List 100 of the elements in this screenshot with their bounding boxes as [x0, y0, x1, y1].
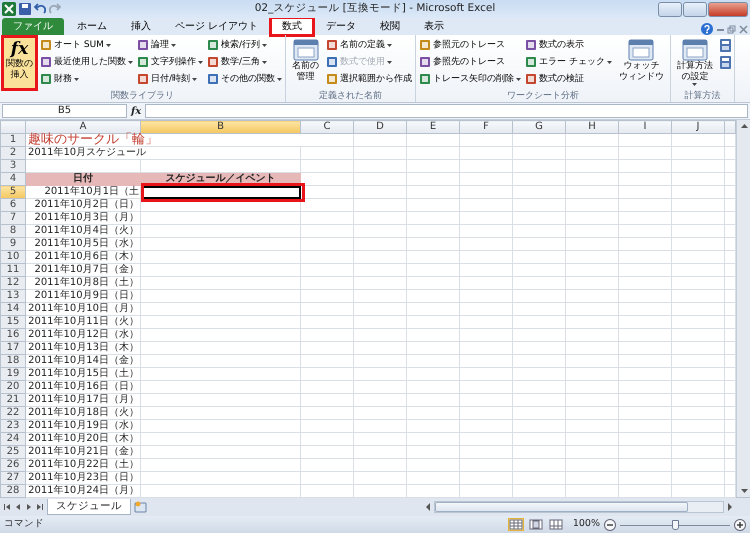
- page-break-button[interactable]: [548, 518, 564, 531]
- row-header[interactable]: 26: [0, 458, 26, 472]
- column-header[interactable]: E: [406, 120, 460, 134]
- row-header[interactable]: 18: [0, 354, 26, 368]
- ribbon-button[interactable]: 数学/三角: [207, 55, 282, 69]
- row-header[interactable]: 7: [0, 212, 26, 224]
- name-box[interactable]: B5: [2, 104, 127, 118]
- insert-function-button[interactable]: fx: [131, 104, 142, 118]
- restore-icon[interactable]: [727, 24, 736, 34]
- close-icon[interactable]: [738, 24, 748, 34]
- undo-icon[interactable]: [34, 3, 46, 15]
- row-header[interactable]: 17: [0, 342, 26, 354]
- ribbon-button[interactable]: 検索/行列: [207, 38, 282, 52]
- ribbon-button[interactable]: 参照先のトレース: [419, 55, 521, 69]
- row-header[interactable]: 20: [0, 380, 26, 394]
- row-header[interactable]: 6: [0, 198, 26, 212]
- row-header[interactable]: 19: [0, 368, 26, 380]
- column-header[interactable]: D: [354, 120, 406, 134]
- row-header[interactable]: 9: [0, 238, 26, 250]
- page-layout-button[interactable]: [528, 518, 544, 531]
- help-icon[interactable]: [701, 23, 713, 35]
- row-header[interactable]: 10: [0, 250, 26, 264]
- row-header[interactable]: 4: [0, 172, 26, 186]
- row-header[interactable]: 16: [0, 328, 26, 342]
- window-title: 02_スケジュール [互換モード] - Microsoft Excel: [254, 2, 496, 14]
- maximize-button[interactable]: [683, 2, 707, 16]
- ribbon-button[interactable]: 文字列操作: [137, 55, 203, 69]
- ribbon-button[interactable]: 数式の検証: [525, 72, 612, 86]
- zoom-in-icon[interactable]: [734, 518, 746, 530]
- slider-thumb[interactable]: [672, 520, 679, 530]
- row-header[interactable]: 5: [0, 186, 26, 198]
- sheet-tab[interactable]: スケジュール: [47, 499, 131, 515]
- vertical-scrollbar[interactable]: [736, 120, 750, 497]
- ribbon-button[interactable]: 財務: [40, 72, 133, 86]
- row-header[interactable]: 12: [0, 276, 26, 290]
- last-sheet-icon[interactable]: [36, 502, 44, 512]
- row-header[interactable]: 28: [0, 484, 26, 498]
- row-header[interactable]: 14: [0, 302, 26, 316]
- ribbon-tab[interactable]: 挿入: [120, 18, 162, 35]
- column-header[interactable]: C: [300, 120, 354, 134]
- new-sheet-icon[interactable]: [134, 501, 148, 513]
- calculator-button[interactable]: [720, 55, 731, 69]
- ribbon-button[interactable]: fx 関数の 挿入: [3, 37, 36, 89]
- ribbon-button[interactable]: その他の関数: [207, 72, 282, 86]
- row-header[interactable]: 25: [0, 446, 26, 458]
- spreadsheet-icon[interactable]: [2, 2, 16, 16]
- column-header[interactable]: A: [26, 120, 140, 134]
- close-button[interactable]: [708, 2, 748, 16]
- scroll-right-icon[interactable]: [726, 502, 734, 512]
- scroll-left-icon[interactable]: [424, 502, 432, 512]
- ribbon-button[interactable]: 論理: [137, 38, 203, 52]
- ribbon-button[interactable]: オート SUM: [40, 38, 133, 52]
- first-sheet-icon[interactable]: [3, 502, 11, 512]
- row-header[interactable]: 2: [0, 146, 26, 160]
- file-tab[interactable]: ファイル: [2, 18, 64, 35]
- ribbon-button[interactable]: 選択範囲から作成: [326, 72, 412, 86]
- ribbon-button[interactable]: エラー チェック: [525, 55, 612, 69]
- ribbon-button[interactable]: 参照元のトレース: [419, 38, 521, 52]
- ribbon-tab[interactable]: 数式: [271, 18, 314, 35]
- zoom-out-icon[interactable]: [604, 518, 616, 530]
- horizontal-scrollbar[interactable]: [424, 500, 734, 514]
- row-header[interactable]: 15: [0, 316, 26, 328]
- ribbon-tab[interactable]: 表示: [413, 18, 456, 35]
- save-icon[interactable]: [19, 3, 31, 15]
- ribbon-button[interactable]: 最近使用した関数: [40, 55, 133, 69]
- row-header[interactable]: 3: [0, 160, 26, 172]
- ribbon-button[interactable]: ウォッチ ウィンドウ: [616, 37, 667, 89]
- ribbon-tab[interactable]: データ: [315, 18, 368, 35]
- column-header[interactable]: I: [618, 120, 672, 134]
- ribbon-button[interactable]: 計算方法 の設定: [674, 37, 716, 89]
- ribbon-button[interactable]: 数式の表示: [525, 38, 612, 52]
- column-header[interactable]: B: [140, 120, 300, 134]
- minimize-button[interactable]: [658, 2, 682, 16]
- previous-sheet-icon[interactable]: [14, 502, 22, 512]
- formula-field[interactable]: [145, 104, 748, 118]
- calculator-button[interactable]: [720, 38, 731, 52]
- row-header[interactable]: 8: [0, 224, 26, 238]
- row-header[interactable]: 21: [0, 394, 26, 406]
- column-header[interactable]: G: [512, 120, 566, 134]
- ribbon-tab[interactable]: 校閲: [369, 18, 412, 35]
- ribbon-button[interactable]: 名前の 管理: [289, 37, 322, 89]
- column-header[interactable]: J: [672, 120, 724, 134]
- ribbon-button[interactable]: 日付/時刻: [137, 72, 203, 86]
- normal-view-button[interactable]: [508, 518, 524, 531]
- ribbon-tab[interactable]: ページ レイアウト: [164, 18, 270, 35]
- ribbon-button[interactable]: 名前の定義: [326, 38, 412, 52]
- row-header[interactable]: 27: [0, 472, 26, 484]
- row-header[interactable]: 22: [0, 406, 26, 420]
- ribbon-tab[interactable]: ホーム: [66, 18, 118, 35]
- zoom-level[interactable]: 100%: [572, 517, 600, 532]
- row-header[interactable]: 1: [0, 134, 26, 146]
- column-header[interactable]: F: [460, 120, 512, 134]
- ribbon-button[interactable]: トレース矢印の削除: [419, 72, 521, 86]
- next-sheet-icon[interactable]: [25, 502, 33, 512]
- row-header[interactable]: 24: [0, 432, 26, 446]
- row-header[interactable]: 23: [0, 420, 26, 432]
- zoom-slider[interactable]: [620, 518, 730, 530]
- row-header[interactable]: 11: [0, 264, 26, 276]
- column-header[interactable]: H: [566, 120, 618, 134]
- row-header[interactable]: 13: [0, 290, 26, 302]
